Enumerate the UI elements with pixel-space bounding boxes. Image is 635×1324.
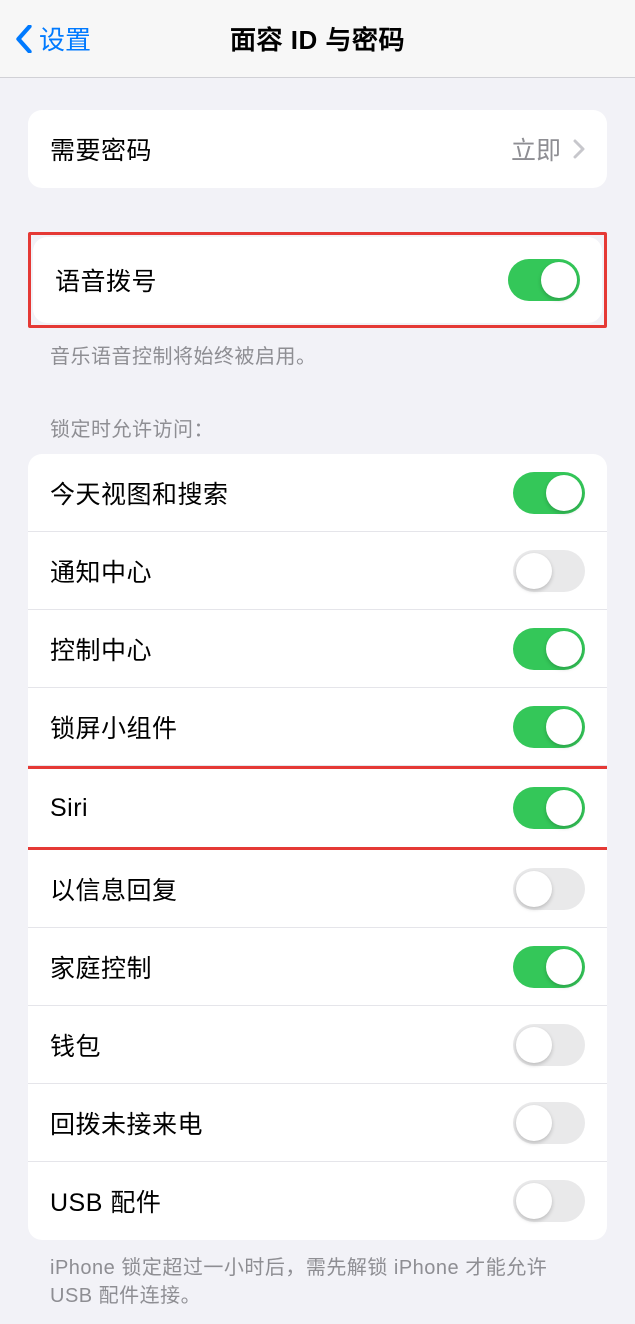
lock-access-header: 锁定时允许访问： (28, 413, 607, 454)
lock-access-row[interactable]: Siri (28, 769, 607, 847)
lock-access-row[interactable]: 家庭控制 (28, 928, 607, 1006)
toggle-knob (516, 1027, 552, 1063)
require-passcode-value: 立即 (511, 131, 561, 167)
voice-dial-group: 语音拨号 (33, 237, 602, 323)
lock-access-row[interactable]: 钱包 (28, 1006, 607, 1084)
lock-access-toggle[interactable] (513, 472, 585, 514)
back-button[interactable]: 设置 (15, 20, 91, 57)
voice-dial-toggle[interactable] (508, 259, 580, 301)
toggle-knob (546, 631, 582, 667)
lock-access-label: USB 配件 (50, 1183, 161, 1219)
voice-dial-footer: 音乐语音控制将始终被启用。 (28, 328, 607, 369)
toggle-knob (516, 1183, 552, 1219)
lock-access-row[interactable]: USB 配件 (28, 1162, 607, 1240)
toggle-knob (546, 475, 582, 511)
lock-access-toggle[interactable] (513, 946, 585, 988)
require-passcode-label: 需要密码 (50, 131, 152, 167)
voice-dial-row[interactable]: 语音拨号 (33, 237, 602, 323)
lock-access-label: 控制中心 (50, 631, 152, 667)
chevron-left-icon (15, 25, 33, 53)
lock-access-row[interactable]: 通知中心 (28, 532, 607, 610)
lock-access-label: 今天视图和搜索 (50, 475, 229, 511)
lock-access-toggle[interactable] (513, 550, 585, 592)
lock-access-group: 今天视图和搜索通知中心控制中心锁屏小组件 Siri 以信息回复家庭控制钱包回拨未接来… (28, 454, 607, 1240)
lock-access-label: 回拨未接来电 (50, 1105, 203, 1141)
lock-access-row[interactable]: 以信息回复 (28, 850, 607, 928)
toggle-knob (546, 790, 582, 826)
lock-access-toggle[interactable] (513, 1024, 585, 1066)
require-passcode-row[interactable]: 需要密码 立即 (28, 110, 607, 188)
lock-access-label: 家庭控制 (50, 949, 152, 985)
lock-access-toggle[interactable] (513, 1180, 585, 1222)
chevron-right-icon (573, 139, 585, 159)
toggle-knob (546, 949, 582, 985)
lock-access-label: 钱包 (50, 1027, 101, 1063)
require-passcode-group: 需要密码 立即 (28, 110, 607, 188)
lock-access-toggle[interactable] (513, 868, 585, 910)
lock-access-row[interactable]: 今天视图和搜索 (28, 454, 607, 532)
toggle-knob (516, 1105, 552, 1141)
lock-access-label: 通知中心 (50, 553, 152, 589)
lock-access-row[interactable]: 锁屏小组件 (28, 688, 607, 766)
lock-access-label: Siri (50, 794, 88, 823)
lock-access-toggle[interactable] (513, 1102, 585, 1144)
lock-access-label: 锁屏小组件 (50, 709, 178, 745)
voice-dial-label: 语音拨号 (55, 262, 157, 298)
toggle-knob (516, 553, 552, 589)
toggle-knob (546, 709, 582, 745)
lock-access-row[interactable]: 回拨未接来电 (28, 1084, 607, 1162)
lock-access-row[interactable]: 控制中心 (28, 610, 607, 688)
nav-header: 设置 面容 ID 与密码 (0, 0, 635, 78)
page-title: 面容 ID 与密码 (230, 20, 405, 57)
toggle-knob (541, 262, 577, 298)
lock-access-toggle[interactable] (513, 706, 585, 748)
lock-access-toggle[interactable] (513, 628, 585, 670)
toggle-knob (516, 871, 552, 907)
lock-access-toggle[interactable] (513, 787, 585, 829)
lock-access-label: 以信息回复 (50, 871, 178, 907)
back-label: 设置 (39, 20, 91, 57)
